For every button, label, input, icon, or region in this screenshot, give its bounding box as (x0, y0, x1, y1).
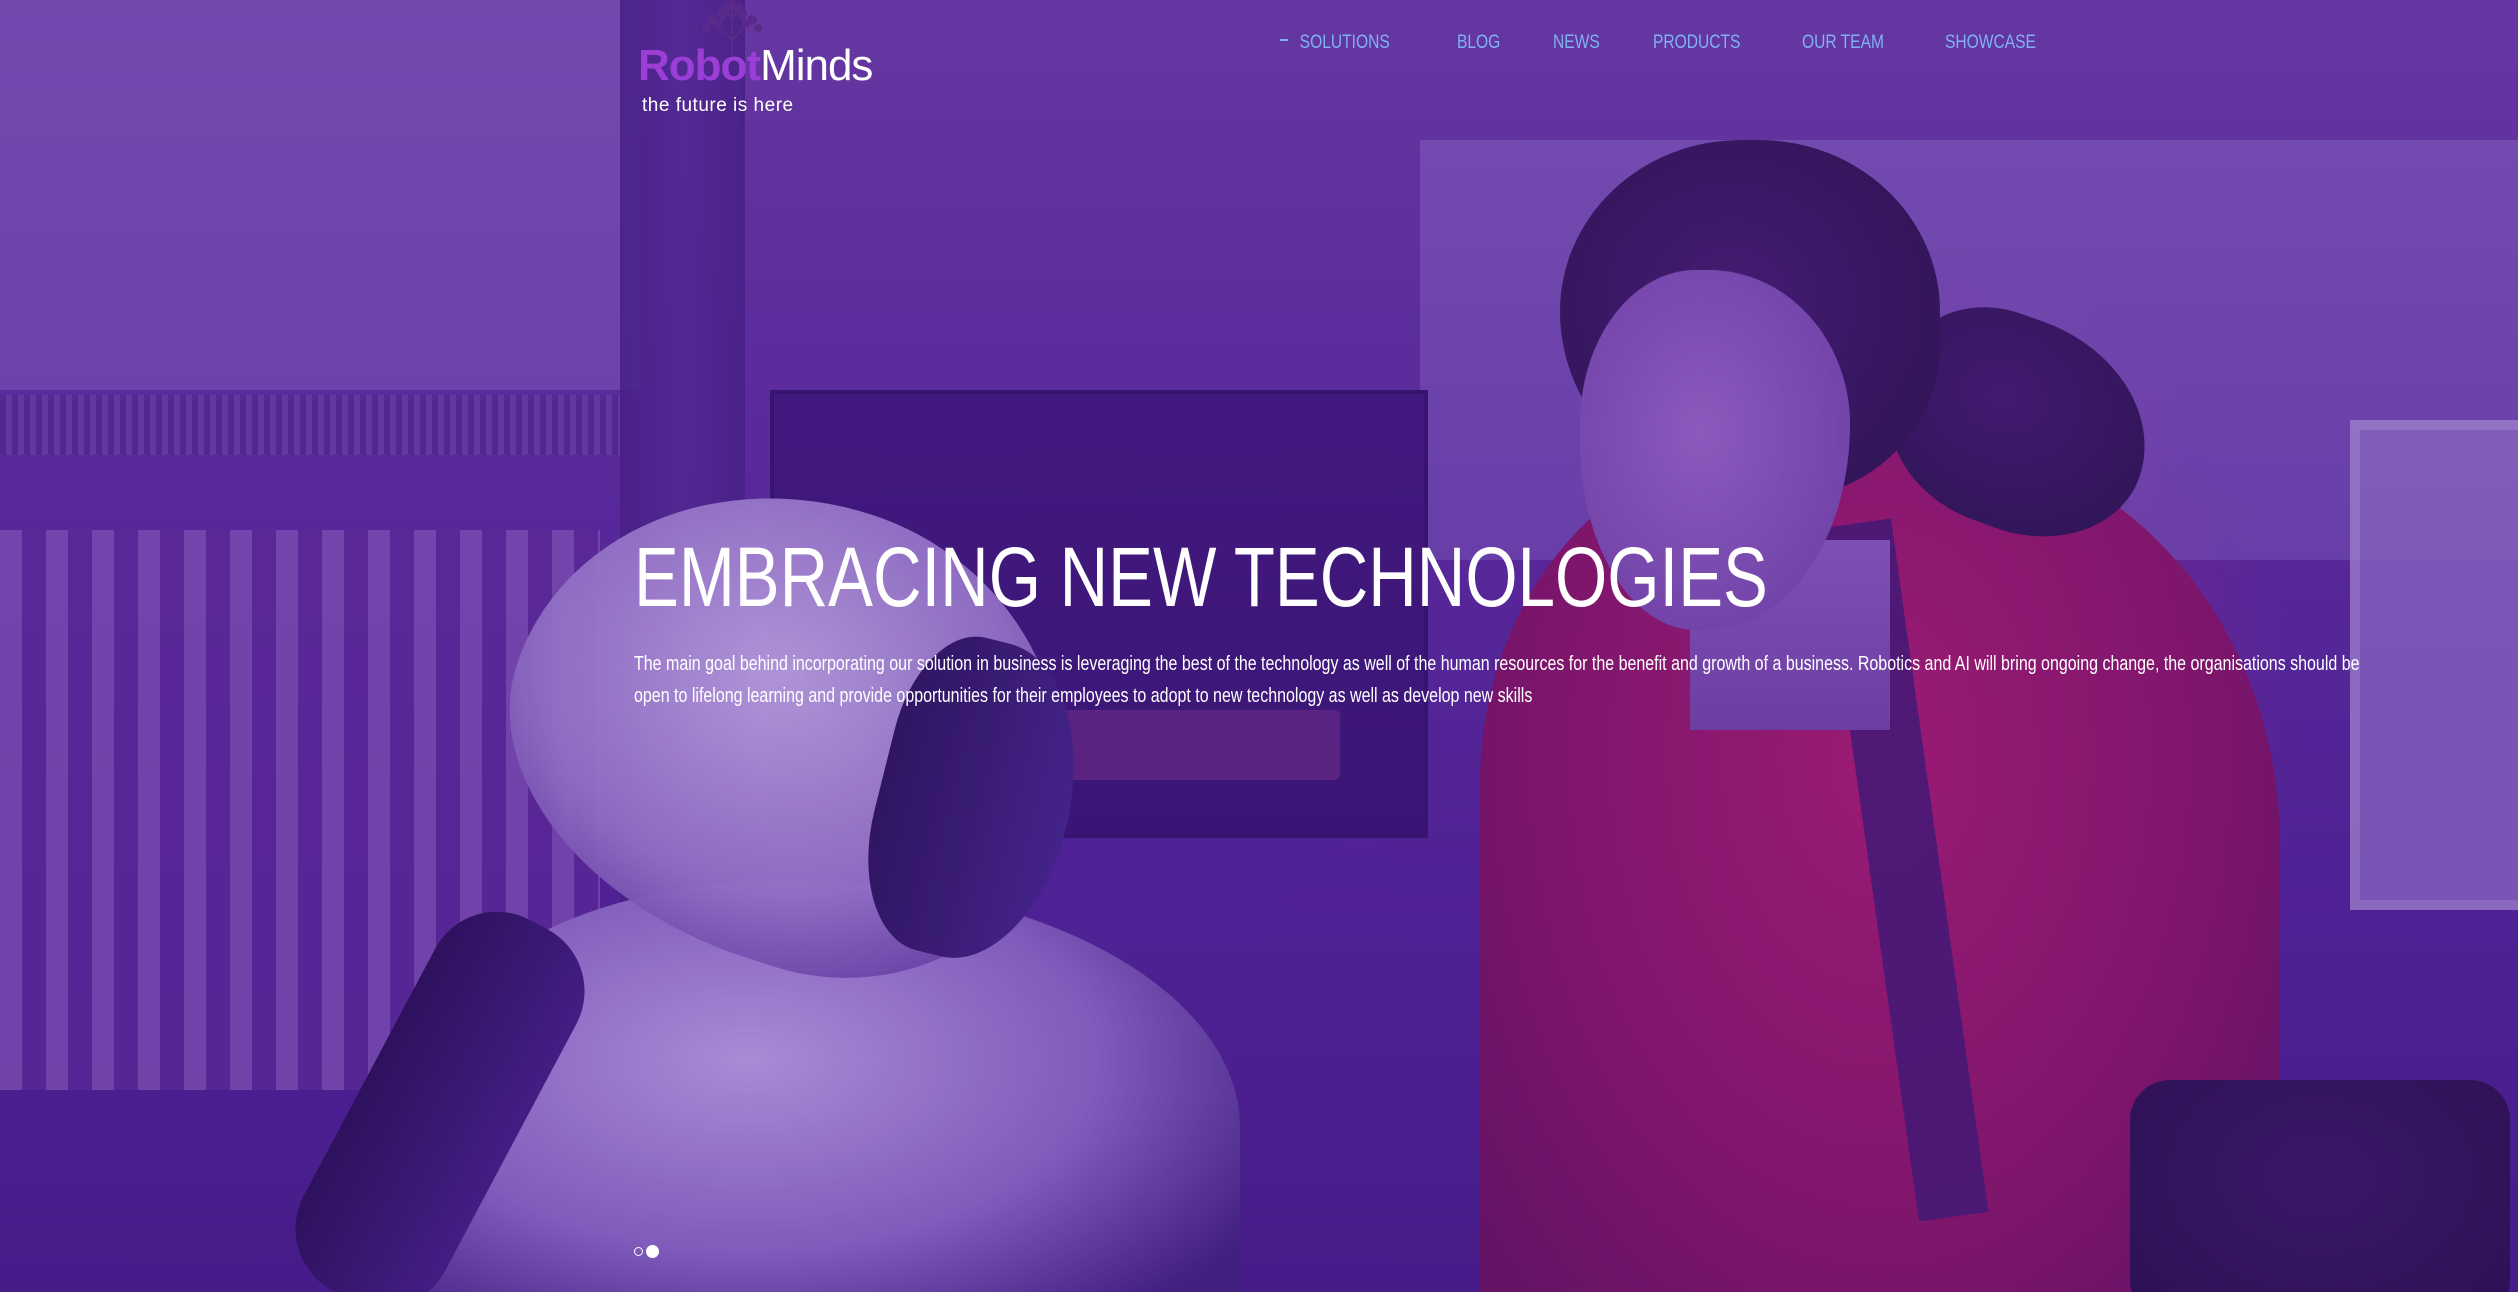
nav-item-our-team[interactable]: OUR TEAM (1802, 32, 1884, 54)
hero-description: The main goal behind incorporating our s… (634, 653, 2360, 707)
nav-item-blog[interactable]: BLOG (1457, 32, 1500, 54)
nav-item-label: NEWS (1552, 32, 1600, 53)
slider-dot-1[interactable] (634, 1247, 643, 1256)
slider-pagination (634, 1245, 662, 1258)
hero-section: RobotMinds the future is here SOLUTIONS … (0, 0, 2518, 1292)
logo-word-minds: Minds (760, 41, 873, 90)
nav-item-solutions[interactable]: SOLUTIONS (1280, 32, 1390, 54)
nav-item-products[interactable]: PRODUCTS (1653, 32, 1740, 54)
logo-tagline: the future is here (642, 95, 794, 116)
nav-item-label: SHOWCASE (1945, 32, 2037, 53)
nav-item-label: PRODUCTS (1652, 32, 1741, 53)
logo-word-robot: Robot (638, 41, 761, 90)
slider-dot-2[interactable] (646, 1245, 659, 1258)
nav-item-news[interactable]: NEWS (1553, 32, 1600, 54)
nav-item-label: SOLUTIONS (1299, 32, 1390, 53)
nav-active-indicator (1280, 38, 1289, 41)
nav-item-label: BLOG (1456, 32, 1501, 53)
purple-overlay (0, 0, 2518, 1292)
site-logo[interactable]: RobotMinds the future is here (638, 0, 898, 120)
logo-wordmark: RobotMinds (638, 41, 873, 90)
hero-title: EMBRACING NEW TECHNOLOGIES (634, 530, 1768, 624)
main-nav: SOLUTIONS BLOG NEWS PRODUCTS OUR TEAM SH… (1280, 32, 2099, 54)
nav-item-showcase[interactable]: SHOWCASE (1945, 32, 2036, 54)
nav-item-label: OUR TEAM (1802, 32, 1885, 53)
